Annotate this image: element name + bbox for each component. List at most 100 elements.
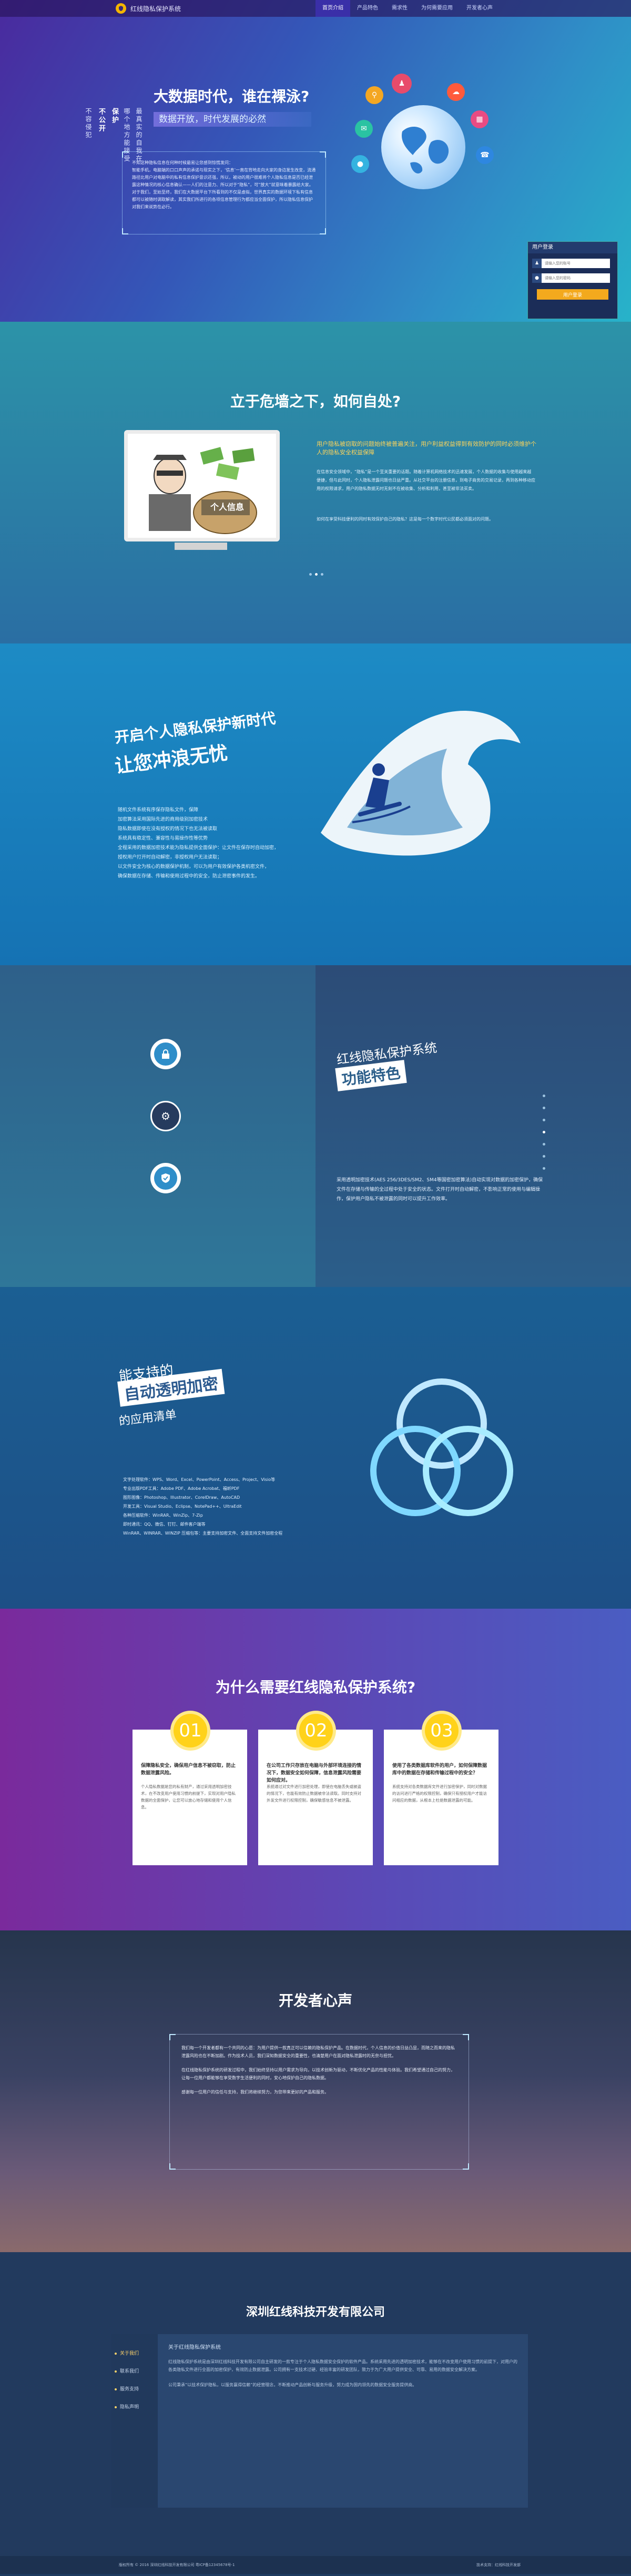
apps-list: 文字处理软件：WPS、Word、Excel、PowerPoint、Access、… — [123, 1475, 365, 1538]
footer-credit: 技术支持：红线科技开发部 — [476, 2563, 521, 2567]
surf-line: 系统具有稳定性、兼容性与易操作性等优势 — [118, 836, 208, 841]
list-item: WinRAR、WINRAR、WINZIP 压缩包等：主要支持加密文件、全面支持文… — [123, 1531, 283, 1536]
section-dot[interactable] — [543, 1119, 545, 1121]
surf-line: 全程采用的数据加密技术能为隐私提供全面保护：让文件在保存时自动加密， — [118, 845, 279, 851]
developers-section: 开发者心声 我们每一个开发者都有一个共同的心愿：为用户提供一款真正可以信赖的隐私… — [0, 1930, 631, 2252]
globe-illustration — [381, 105, 465, 189]
surfer-illustration — [321, 711, 521, 856]
nav-item-features[interactable]: 产品特色 — [350, 0, 385, 17]
nav-item-why[interactable]: 为何需要应用 — [414, 0, 460, 17]
company-paragraph: 公司秉承“以技术保护隐私，以服务赢得信赖”的经营理念，不断推动产品创新与服务升级… — [168, 2383, 417, 2387]
nav-menu: 首页介绍 产品特色 需求性 为何需要应用 开发者心声 — [316, 0, 500, 17]
nav-item-home[interactable]: 首页介绍 — [316, 0, 350, 17]
vertical-bold-text: 保护 — [110, 108, 118, 125]
developers-paragraph: 在红线隐私保护系统的研发过程中，我们始终坚持以用户需求为导向，以技术创新为驱动，… — [181, 2068, 455, 2080]
monitor-screen: 个人信息 — [128, 434, 276, 538]
card-text: 系统通过对文件进行加密处理，即使在电脑丢失或被盗的情况下，也能有效防止数据被非法… — [267, 1784, 361, 1803]
login-button[interactable]: 用户登录 — [537, 289, 608, 300]
hero-text: 不知这种隐私信息在何种时候最易让您感到惊慌发问： 智能手机，电脑端的口口声声的承… — [132, 160, 316, 209]
chart-icon: ▦ — [471, 110, 488, 128]
rings-illustration — [370, 1378, 513, 1516]
copyright-text: 版权所有 © 2016 深圳红线科技开发有限公司 粤ICP备12345678号-… — [119, 2563, 235, 2567]
section-dot[interactable] — [543, 1155, 545, 1158]
corner-decoration — [320, 151, 326, 158]
section-dot[interactable] — [543, 1107, 545, 1109]
login-panel: 用户登录 ♟ ● 用户登录 — [527, 241, 618, 319]
surf-line: 授权用户打开时自动解密，非授权用户无法读取； — [118, 855, 222, 860]
developers-paragraph: 感谢每一位用户的信任与支持，我们将继续努力，为您带来更好的产品和服务。 — [181, 2090, 329, 2094]
corner-decoration — [463, 2034, 469, 2040]
cloud-icon: ☁ — [447, 83, 465, 101]
section-title: 为什么需要红线隐私保护系统? — [215, 1679, 416, 1696]
company-content: 关于红线隐私保护系统 红线隐私保护系统是由深圳红线科技开发有限公司自主研发的一款… — [168, 2343, 517, 2396]
card-heading: 使用了各类数据库软件的用户，如何保障数据库中的数据在存储和传输过程中的安全？ — [392, 1763, 487, 1776]
section-title: 立于危墙之下，如何自处? — [230, 393, 401, 410]
top-nav: 红线隐私保护系统 首页介绍 产品特色 需求性 为何需要应用 开发者心声 — [0, 0, 631, 17]
why-card: 03 使用了各类数据库软件的用户，如何保障数据库中的数据在存储和传输过程中的安全… — [384, 1714, 498, 1865]
corner-decoration — [169, 2163, 176, 2170]
monitor-stand — [175, 543, 227, 550]
feature-shield — [150, 1163, 181, 1193]
shield-logo-icon — [116, 3, 126, 14]
mail-icon: ✉ — [355, 120, 373, 138]
user-icon: ♟ — [392, 74, 412, 94]
tab-privacy[interactable]: 隐私声明 — [111, 2398, 158, 2416]
vertical-col-bold: 保护 — [109, 108, 119, 163]
nav-item-developers[interactable]: 开发者心声 — [460, 0, 500, 17]
shield-icon — [154, 1167, 177, 1190]
section-dot-active[interactable] — [543, 1131, 545, 1133]
list-item: 图形图像：Photoshop、Illustrator、CorelDraw、Aut… — [123, 1495, 240, 1500]
corner-decoration — [463, 2163, 469, 2170]
features-icon-column: ⚙ — [0, 965, 316, 1287]
why-card: 02 在公司工作只存放在电脑与外部环境连接的情况下，数据安全如何保障，信息泄露风… — [258, 1714, 373, 1865]
tab-support[interactable]: 服务支持 — [111, 2380, 158, 2398]
surf-line: 隐私数据即使在没有授权的情况下也无法被读取 — [118, 826, 218, 832]
feature-lock — [150, 1039, 181, 1069]
company-tabs: 关于我们 联系我们 服务支持 隐私声明 — [111, 2334, 158, 2508]
developers-paragraph: 我们每一个开发者都有一个共同的心愿：为用户提供一款真正可以信赖的隐私保护产品。在… — [181, 2046, 455, 2058]
corner-decoration — [169, 2034, 176, 2040]
list-item: 专业出版PDF工具：Adobe PDF、Adobe Acrobat、福昕PDF — [123, 1486, 240, 1491]
why-card: 01 保障隐私安全，确保用户信息不被窃取，防止数据泄露风险。 个人隐私数据是您的… — [133, 1714, 247, 1865]
carousel-dot[interactable] — [321, 573, 323, 576]
card-number: 02 — [299, 1714, 333, 1747]
login-title: 用户登录 — [528, 242, 617, 253]
dilemma-paragraph: 在信息安全领域中，“隐私”是一个至关重要的话题。随着计算机网络技术的迅速发展，个… — [317, 469, 535, 491]
carousel-dot[interactable] — [309, 573, 312, 576]
tab-contact[interactable]: 联系我们 — [111, 2363, 158, 2380]
section-dot[interactable] — [543, 1095, 545, 1097]
hero-subtitle: 数据开放，时代发展的必然 — [154, 112, 311, 127]
apps-section: 能支持的 自动透明加密 的应用清单 文字处理软件：WPS、Word、Excel、… — [0, 1287, 631, 1609]
company-heading: 关于红线隐私保护系统 — [168, 2345, 221, 2350]
section-dot[interactable] — [543, 1143, 545, 1146]
list-item: 文字处理软件：WPS、Word、Excel、PowerPoint、Access、… — [123, 1477, 276, 1482]
section-title: 开发者心声 — [278, 1992, 352, 2009]
card-text: 系统支持对各类数据库文件进行加密保护，同时对数据的访问进行严格的权限控制，确保只… — [392, 1784, 487, 1803]
card-number: 01 — [174, 1714, 207, 1747]
password-input[interactable] — [542, 273, 610, 283]
surf-line: 随机文件系统有序保存隐私文件，保障 — [118, 807, 199, 813]
brand-logo[interactable]: 红线隐私保护系统 — [116, 3, 181, 14]
monitor-illustration: 个人信息 — [124, 430, 280, 541]
card-heading: 保障隐私安全，确保用户信息不被窃取，防止数据泄露风险。 — [141, 1763, 236, 1776]
carousel-dot-active[interactable] — [315, 573, 318, 576]
corner-decoration — [122, 228, 128, 234]
apps-subtitle: 的应用清单 — [118, 1408, 178, 1428]
tab-about[interactable]: 关于我们 — [111, 2345, 158, 2363]
list-item: 即时通讯：QQ、微信、钉钉、邮件客户端等 — [123, 1522, 206, 1527]
section-dot[interactable] — [543, 1167, 545, 1170]
list-item: 开发工具：Visual Studio、Eclipse、NotePad++、Ult… — [123, 1504, 242, 1509]
features-section: ⚙ 红线隐私保护系统 功能特色 采用透明加密技术(AES 256/3DES/SM… — [0, 965, 631, 1287]
nav-item-necessity[interactable]: 需求性 — [385, 0, 414, 17]
hero-title: 大数据时代，谁在裸泳? — [154, 88, 310, 105]
feature-gear: ⚙ — [150, 1101, 181, 1131]
tabs-spacer — [111, 2334, 158, 2345]
username-input[interactable] — [542, 259, 610, 268]
card-text: 个人隐私数据是您的私有财产，通过采用透明加密技术，在不改变用户使用习惯的前提下，… — [141, 1784, 236, 1810]
card-heading: 在公司工作只存放在电脑与外部环境连接的情况下，数据安全如何保障，信息泄露风险需要… — [267, 1763, 362, 1783]
features-text: 采用透明加密技术(AES 256/3DES/SM2、SM4等国密加密算法)自动实… — [337, 1178, 543, 1202]
surf-section: 开启个人隐私保护新时代 让您冲浪无忧 随机文件系统有序保存隐私文件，保障 加密算… — [0, 643, 631, 965]
company-panel: 关于我们 联系我们 服务支持 隐私声明 关于红线隐私保护系统 红线隐私保护系统是… — [111, 2334, 528, 2508]
surf-text: 随机文件系统有序保存隐私文件，保障 加密算法采用国际先进的商用级别加密技术 隐私… — [118, 805, 312, 881]
surf-line: 加密算法采用国际先进的商用级别加密技术 — [118, 817, 208, 822]
